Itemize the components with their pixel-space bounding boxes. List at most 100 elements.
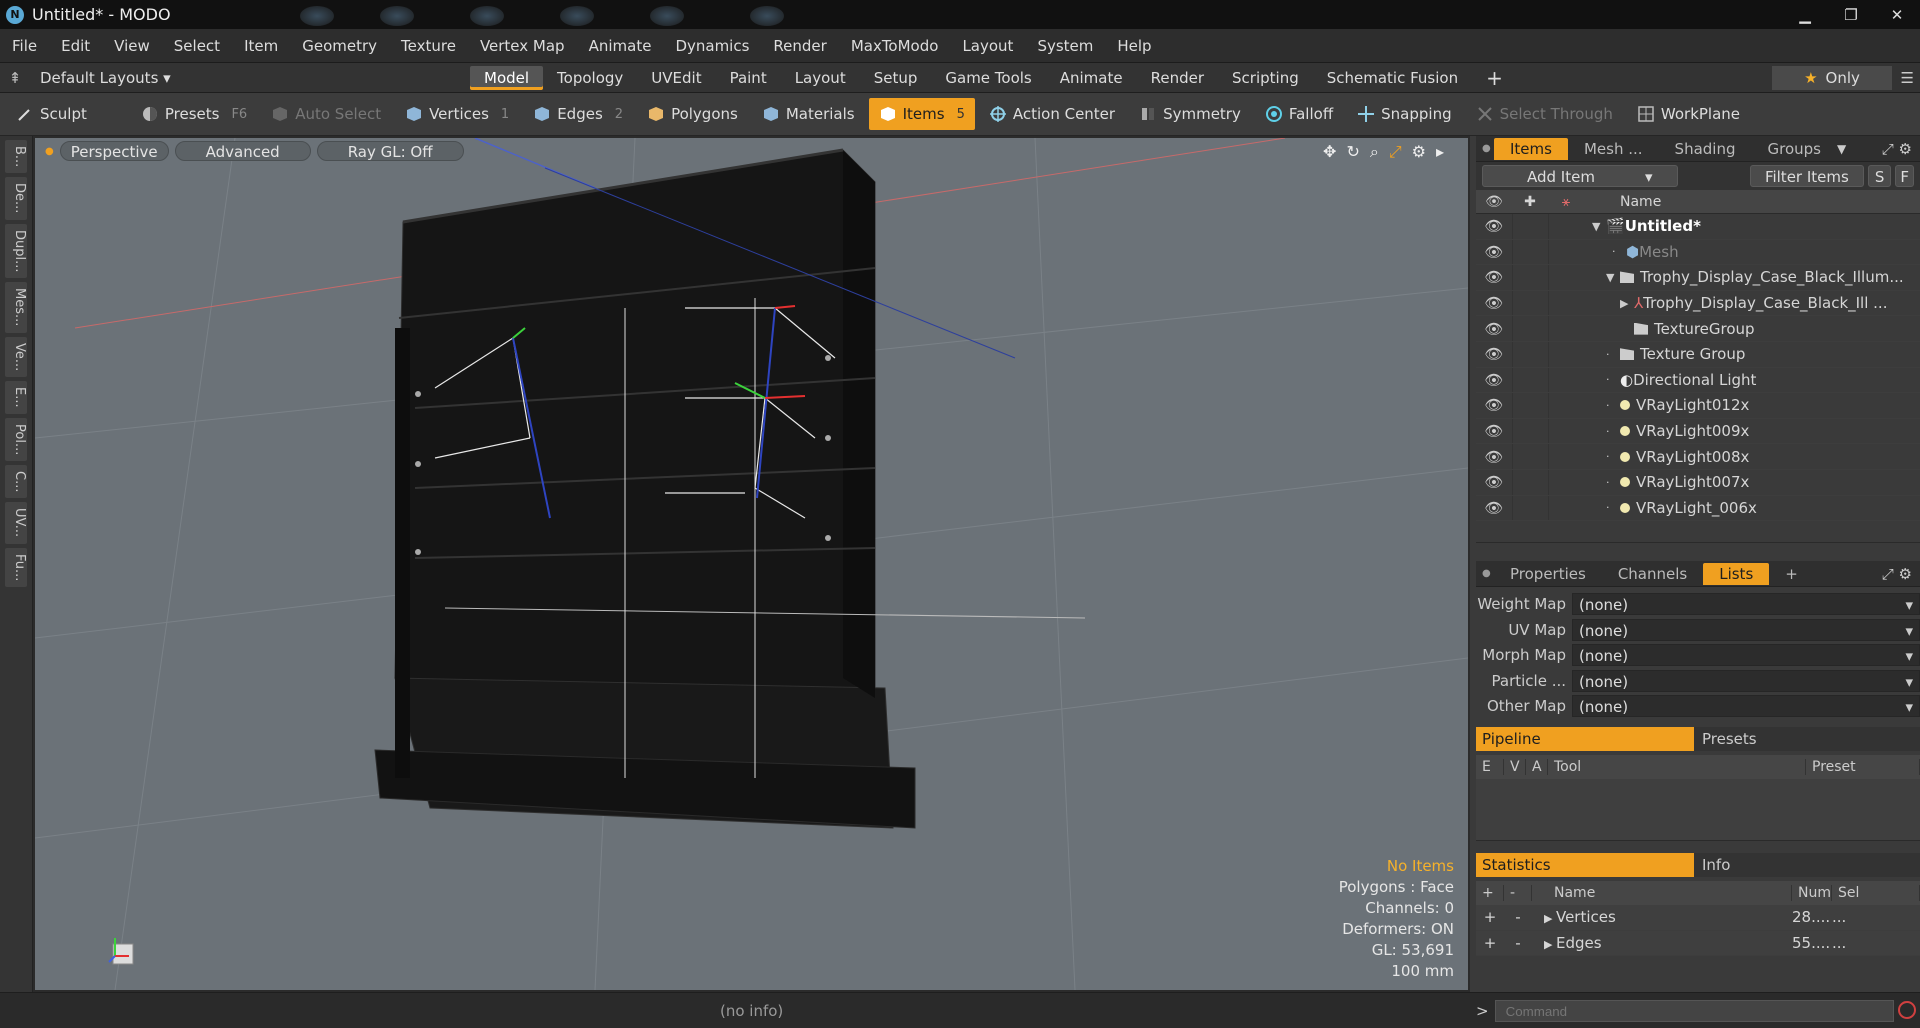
s-button[interactable]: S	[1867, 165, 1892, 187]
raygl-toggle[interactable]: Ray GL: Off	[316, 141, 464, 161]
tab-topology[interactable]: Topology	[543, 66, 637, 90]
tab-mesh[interactable]: Mesh ...	[1568, 138, 1659, 160]
weight-map-select[interactable]: (none)	[1572, 592, 1920, 616]
items-button[interactable]: Items 5	[868, 98, 975, 130]
presets-button[interactable]: Presets F6	[131, 98, 257, 130]
menu-layout[interactable]: Layout	[950, 37, 1025, 55]
left-tab-uv[interactable]: UV...	[5, 502, 27, 544]
eye-icon[interactable]: 👁	[1476, 294, 1512, 312]
left-tab-mesh[interactable]: Mes...	[5, 282, 27, 333]
panel-expand-icon[interactable]: ⤢ ⚙	[1882, 565, 1920, 583]
eye-icon[interactable]: 👁	[1476, 345, 1512, 363]
tree-row[interactable]: 👁 · VRayLight008x	[1476, 444, 1920, 470]
tab-animate[interactable]: Animate	[1046, 66, 1137, 90]
select-through-button[interactable]: Select Through	[1466, 98, 1623, 130]
tree-row[interactable]: 👁 ▼ Trophy_Display_Case_Black_Illum...	[1476, 265, 1920, 291]
tab-presets[interactable]: Presets	[1694, 727, 1920, 751]
expand-icon[interactable]: ▶	[1620, 297, 1634, 310]
menu-vertex-map[interactable]: Vertex Map	[468, 37, 577, 55]
pipeline-table-body[interactable]	[1476, 779, 1920, 842]
left-tab-duplicate[interactable]: Dupl...	[5, 223, 27, 279]
tab-paint[interactable]: Paint	[716, 66, 781, 90]
left-tab-edge[interactable]: E...	[5, 380, 27, 414]
left-tab-deform[interactable]: De...	[5, 177, 27, 220]
close-icon[interactable]: ✕	[1874, 0, 1920, 29]
tree-row[interactable]: 👁 TextureGroup	[1476, 316, 1920, 342]
menu-render[interactable]: Render	[761, 37, 838, 55]
command-input[interactable]	[1494, 1000, 1894, 1022]
items-scrollbar[interactable]	[1476, 521, 1920, 544]
tab-groups[interactable]: Groups	[1751, 138, 1836, 160]
tree-row[interactable]: 👁 · VRayLight007x	[1476, 469, 1920, 496]
advanced-shading-button[interactable]: Advanced	[174, 141, 311, 161]
menu-view[interactable]: View	[102, 37, 162, 55]
polygons-button[interactable]: Polygons	[637, 98, 748, 130]
menu-select[interactable]: Select	[162, 37, 232, 55]
pin-icon[interactable]: ⇞	[0, 69, 30, 87]
menu-grip-icon[interactable]: ☰	[1901, 69, 1914, 87]
eye-icon[interactable]: 👁	[1476, 448, 1512, 466]
tab-schematic-fusion[interactable]: Schematic Fusion	[1313, 66, 1472, 90]
menu-system[interactable]: System	[1025, 37, 1105, 55]
other-map-select[interactable]: (none)	[1572, 695, 1920, 718]
chevron-down-icon[interactable]: ▼	[1837, 142, 1846, 156]
add-tab-button[interactable]: +	[1769, 563, 1814, 585]
view-mode-button[interactable]: Perspective	[59, 141, 169, 161]
tree-row[interactable]: 👁 · ⬢ Mesh	[1476, 239, 1920, 266]
symmetry-button[interactable]: Symmetry	[1129, 98, 1251, 130]
collapse-button[interactable]: -	[1504, 934, 1532, 952]
collapse-icon[interactable]: ▼	[1606, 271, 1620, 284]
eye-icon[interactable]: 👁	[1476, 371, 1512, 389]
auto-select-button[interactable]: Auto Select	[261, 98, 391, 130]
eye-icon[interactable]: 👁	[1476, 243, 1512, 261]
filter-items-button[interactable]: Filter Items	[1749, 165, 1864, 187]
expand-button[interactable]: +	[1476, 908, 1504, 926]
eye-icon[interactable]: 👁	[1476, 396, 1512, 414]
uv-map-select[interactable]: (none)	[1572, 618, 1920, 642]
vertices-button[interactable]: Vertices 1	[395, 98, 519, 130]
only-toggle[interactable]: ★ Only	[1772, 66, 1892, 90]
tab-lists[interactable]: Lists	[1703, 562, 1770, 585]
expand-icon[interactable]: ▶	[1544, 912, 1556, 925]
eye-icon[interactable]: 👁	[1476, 217, 1512, 235]
menu-file[interactable]: File	[0, 37, 49, 55]
tab-uvedit[interactable]: UVEdit	[637, 66, 715, 90]
stat-row-edges[interactable]: + - ▶ Edges 55.... ...	[1476, 930, 1920, 957]
tab-shading[interactable]: Shading	[1659, 138, 1752, 160]
action-center-button[interactable]: Action Center	[979, 98, 1125, 130]
expand-button[interactable]: +	[1476, 934, 1504, 952]
tab-statistics[interactable]: Statistics	[1476, 853, 1694, 878]
stat-row-vertices[interactable]: + - ▶ Vertices 28.... ...	[1476, 905, 1920, 931]
materials-button[interactable]: Materials	[752, 98, 865, 130]
tab-info[interactable]: Info	[1694, 853, 1920, 877]
edges-button[interactable]: Edges 2	[523, 98, 633, 130]
3d-viewport[interactable]: ● Perspective Advanced Ray GL: Off ✥ ↻ ⌕…	[33, 136, 1470, 992]
tree-row[interactable]: 👁 · VRayLight_006x	[1476, 495, 1920, 522]
tab-items[interactable]: Items	[1494, 137, 1568, 160]
menu-help[interactable]: Help	[1105, 37, 1163, 55]
snapping-button[interactable]: Snapping	[1347, 98, 1461, 130]
zoom-icon[interactable]: ⌕	[1370, 142, 1379, 162]
eye-icon[interactable]: 👁	[1476, 473, 1512, 491]
eye-icon[interactable]: 👁	[1476, 422, 1512, 440]
panel-expand-icon[interactable]: ⤢ ⚙	[1882, 140, 1920, 158]
tree-row[interactable]: 👁 · ◐ Directional Light	[1476, 367, 1920, 394]
restore-icon[interactable]: ❐	[1828, 0, 1874, 29]
tab-pipeline[interactable]: Pipeline	[1476, 727, 1694, 752]
add-tab-button[interactable]: +	[1472, 66, 1517, 90]
tab-scripting[interactable]: Scripting	[1218, 66, 1313, 90]
fit-icon[interactable]: ⤢	[1389, 142, 1402, 162]
layout-select[interactable]: Default Layouts ▾	[30, 69, 230, 87]
f-button[interactable]: F	[1895, 165, 1914, 187]
expand-icon[interactable]: ▶	[1544, 938, 1556, 951]
tree-row[interactable]: 👁 · VRayLight012x	[1476, 393, 1920, 419]
left-tab-fusion[interactable]: Fu...	[5, 547, 27, 587]
left-tab-vertex[interactable]: Ve...	[5, 336, 27, 377]
menu-geometry[interactable]: Geometry	[290, 37, 389, 55]
tree-row[interactable]: 👁 ▶ ⅄ Trophy_Display_Case_Black_Ill ...	[1476, 290, 1920, 317]
particle-map-select[interactable]: (none)	[1572, 669, 1920, 693]
rotate-icon[interactable]: ↻	[1346, 142, 1359, 162]
tab-model[interactable]: Model	[470, 65, 544, 90]
collapse-button[interactable]: -	[1504, 908, 1532, 926]
pan-icon[interactable]: ✥	[1323, 142, 1336, 162]
